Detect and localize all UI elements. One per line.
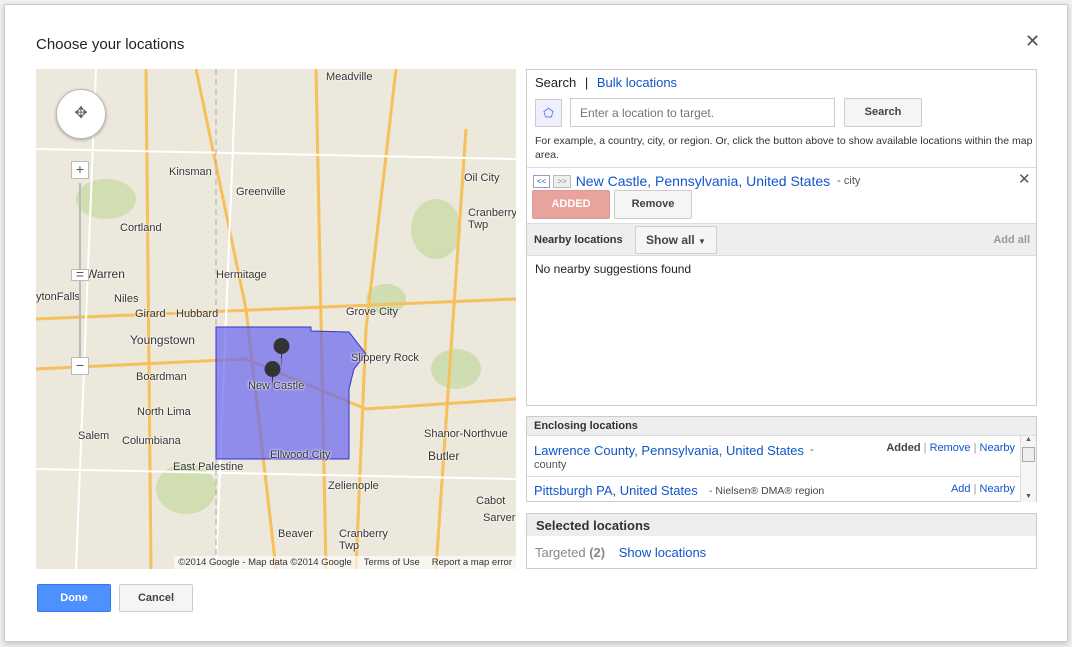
enclosing-dash: - (810, 444, 814, 456)
tab-search[interactable]: Search (535, 75, 576, 90)
map-footer: ©2014 Google - Map data ©2014 Google Ter… (174, 556, 516, 569)
nearby-label: Nearby locations (534, 234, 623, 246)
map-label: Kinsman (169, 166, 212, 178)
scroll-down-icon[interactable]: ▼ (1021, 493, 1036, 500)
next-button[interactable]: >> (553, 174, 571, 188)
cancel-button[interactable]: Cancel (119, 584, 193, 612)
scrollbar[interactable]: ▲ ▼ (1020, 436, 1036, 502)
enclosing-item: Pittsburgh PA, United States - Nielsen® … (527, 478, 1021, 502)
close-icon[interactable]: ✕ (1025, 31, 1040, 52)
report-error-link[interactable]: Report a map error (432, 557, 512, 568)
enclosing-name[interactable]: Pittsburgh PA, United States (534, 483, 698, 498)
zoom-in-button[interactable]: + (71, 161, 89, 179)
targeted-count: (2) (589, 545, 606, 560)
enclosing-type: - Nielsen® DMA® region (709, 485, 825, 497)
nearby-empty: No nearby suggestions found (535, 262, 692, 276)
map[interactable]: Meadville Kinsman Greenville Oil City Cr… (36, 69, 516, 569)
terms-link[interactable]: Terms of Use (364, 557, 420, 568)
enclosing-status: Added (886, 442, 921, 454)
selected-panel: Selected locations Targeted (2) Show loc… (526, 513, 1037, 569)
targeted-label: Targeted (535, 545, 586, 560)
map-copyright: ©2014 Google - Map data ©2014 Google (178, 557, 352, 568)
map-label: Sarver (483, 512, 516, 524)
remove-button[interactable]: Remove (614, 190, 692, 219)
enclosing-name[interactable]: Lawrence County, Pennsylvania, United St… (534, 443, 804, 458)
done-button[interactable]: Done (37, 584, 111, 612)
search-hint: For example, a country, city, or region.… (535, 135, 1033, 161)
enclosing-item: Lawrence County, Pennsylvania, United St… (527, 436, 1021, 477)
tab-bulk-locations[interactable]: Bulk locations (597, 75, 677, 90)
enclosing-remove-link[interactable]: Remove (930, 442, 971, 454)
search-panel: Search | Bulk locations ⬠ Search For exa… (526, 69, 1037, 406)
show-locations-link[interactable]: Show locations (619, 545, 706, 560)
map-label: Greenville (236, 186, 286, 198)
map-label: Meadville (326, 71, 373, 83)
map-label: Hubbard (176, 308, 219, 320)
map-label: ytonFalls (36, 291, 81, 303)
map-label: Butler (428, 449, 460, 463)
separator: | (973, 483, 977, 495)
selected-area-polygon (215, 326, 367, 460)
map-label: Niles (114, 293, 139, 305)
selected-label: Selected locations (527, 514, 1036, 536)
map-label: Cabot (476, 495, 506, 507)
map-label: Hermitage (216, 269, 267, 281)
nearby-header: Nearby locations Show all ▼ Add all (527, 223, 1036, 256)
map-label: Girard (135, 308, 166, 320)
map-label: Salem (78, 430, 110, 442)
map-label: New Castle (248, 380, 305, 392)
tab-separator: | (584, 75, 589, 90)
map-label: Cranberry Twp (339, 528, 388, 552)
pan-control[interactable]: ✥ (56, 89, 106, 139)
map-roads (36, 69, 516, 569)
map-label: Shanor-Northvue (424, 428, 508, 440)
enclosing-nearby-link[interactable]: Nearby (980, 483, 1015, 495)
map-label: North Lima (137, 406, 191, 418)
map-label: Columbiana (122, 435, 181, 447)
show-all-dropdown[interactable]: Show all ▼ (635, 226, 717, 254)
map-label: Youngstown (130, 333, 195, 347)
prev-button[interactable]: << (533, 174, 551, 188)
dialog-title: Choose your locations (36, 36, 185, 53)
map-area-button[interactable]: ⬠ (535, 99, 562, 127)
map-label: Zelienople (328, 480, 379, 492)
map-label: Warren (86, 267, 125, 281)
map-label: Grove City (346, 306, 398, 318)
show-all-label: Show all (646, 233, 695, 247)
separator: | (923, 442, 927, 454)
result-name[interactable]: New Castle, Pennsylvania, United States (576, 173, 830, 189)
zoom-out-button[interactable]: − (71, 357, 89, 375)
map-label: Cortland (120, 222, 162, 234)
scroll-thumb[interactable] (1022, 447, 1035, 462)
map-label: Oil City (464, 172, 500, 184)
result-type: - city (837, 175, 861, 187)
enclosing-nearby-link[interactable]: Nearby (980, 442, 1015, 454)
map-label: Slippery Rock (351, 352, 419, 364)
add-all-link[interactable]: Add all (993, 234, 1030, 246)
zoom-handle[interactable]: = (71, 267, 89, 281)
enclosing-type: county (534, 459, 567, 471)
separator: | (973, 442, 977, 454)
enclosing-panel: Enclosing locations Lawrence County, Pen… (526, 416, 1037, 502)
scroll-up-icon[interactable]: ▲ (1021, 436, 1036, 443)
map-label: Cranberry Twp (468, 207, 516, 231)
search-button[interactable]: Search (844, 98, 922, 127)
map-label: Ellwood City (270, 449, 331, 461)
map-label: Boardman (136, 371, 187, 383)
location-dialog: Choose your locations ✕ Meadville Kinsma… (4, 4, 1068, 642)
remove-result-icon[interactable]: ✕ (1018, 170, 1031, 188)
map-label: Beaver (278, 528, 313, 540)
enclosing-add-link[interactable]: Add (951, 483, 971, 495)
enclosing-label: Enclosing locations (527, 417, 1036, 436)
map-label: East Palestine (173, 461, 244, 473)
added-button[interactable]: ADDED (532, 190, 610, 219)
caret-down-icon: ▼ (698, 237, 706, 246)
polygon-icon: ⬠ (543, 106, 554, 120)
location-search-input[interactable] (570, 98, 835, 127)
